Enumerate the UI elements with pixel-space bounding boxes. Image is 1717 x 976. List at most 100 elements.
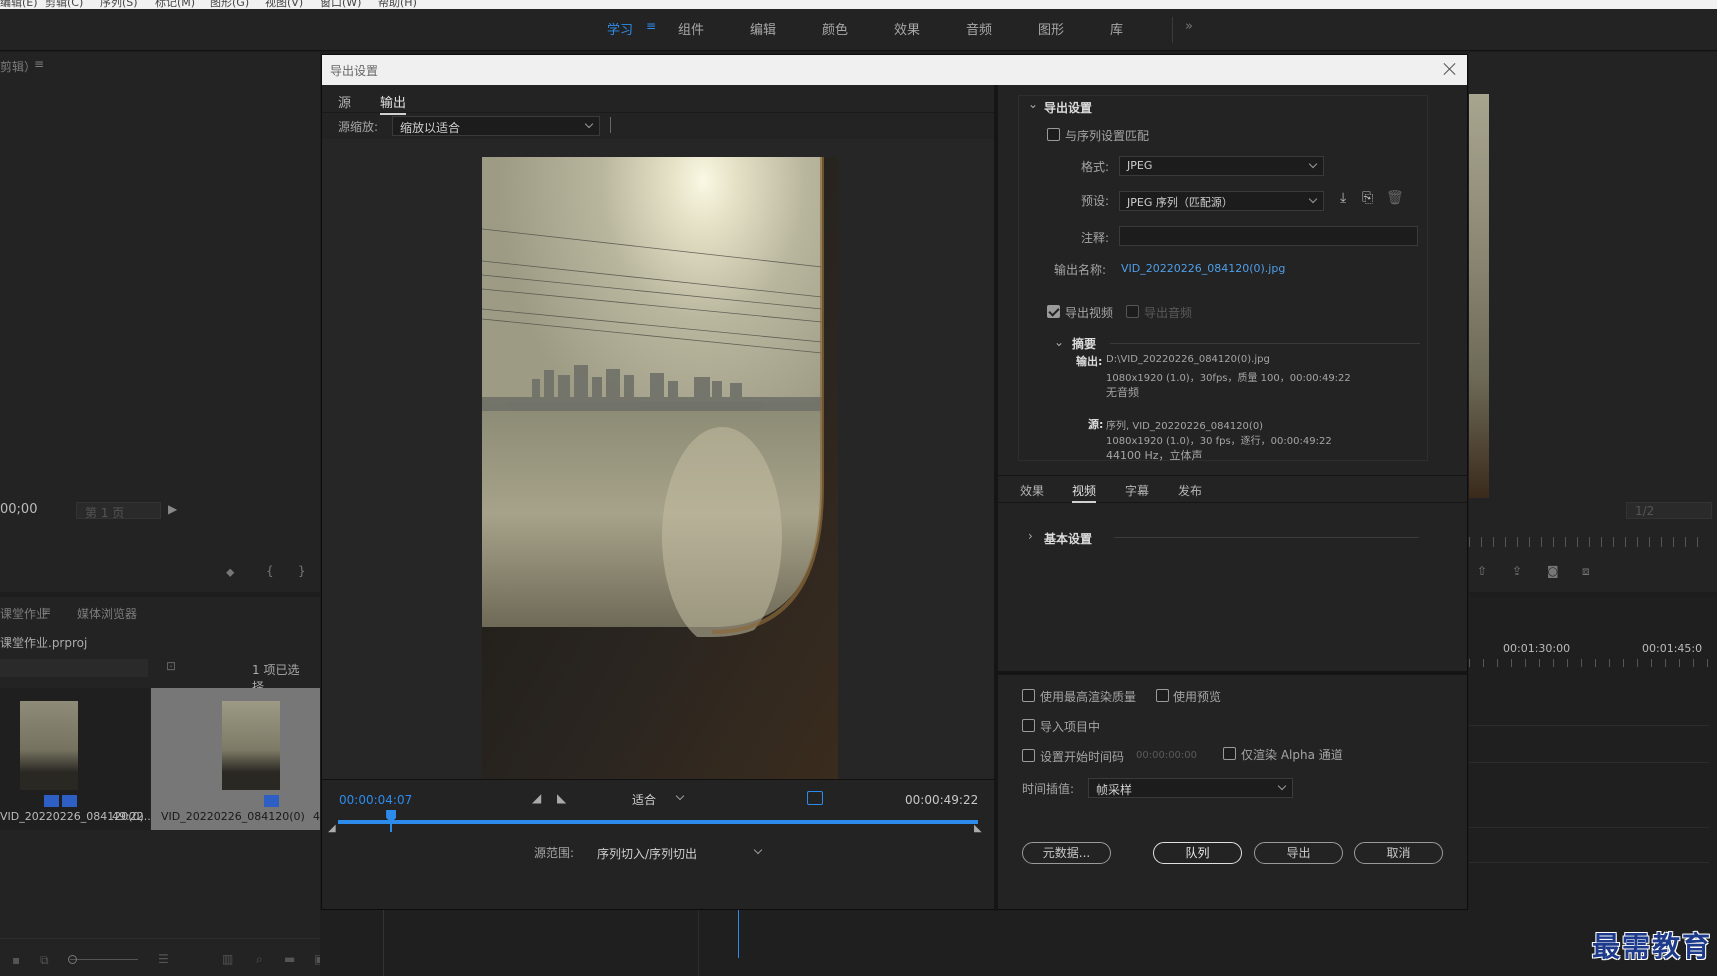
output-name-link[interactable]: VID_20220226_084120(0).jpg [1121,262,1285,275]
workspace-tab-editing[interactable]: 编辑 [750,19,776,38]
menu-help[interactable]: 帮助(H) [378,0,417,9]
export-video-checkbox[interactable] [1047,305,1060,318]
zoom-slider-handle[interactable] [68,955,77,964]
tab-video[interactable]: 视频 [1072,482,1097,503]
import-into-project-checkbox[interactable] [1022,719,1035,732]
workspace-tab-audio[interactable]: 音频 [966,19,992,38]
lift-icon[interactable]: ⇧ [1477,564,1487,578]
set-in-point-icon[interactable]: ◢ [532,791,541,805]
track-divider [1469,862,1709,863]
play-arrow-icon[interactable]: ▶ [168,502,177,516]
export-button[interactable]: 导出 [1254,842,1343,864]
chevron-down-icon[interactable]: ⌄ [1054,335,1064,349]
cancel-button[interactable]: 取消 [1354,842,1443,864]
export-settings-section [1018,95,1428,461]
chevron-right-icon[interactable]: › [1028,529,1033,543]
current-time[interactable]: 00:00:04:07 [339,793,412,807]
delete-preset-icon[interactable]: 🗑 [1386,190,1404,206]
use-previews-checkbox[interactable] [1156,689,1169,702]
workspace-tab-effects[interactable]: 效果 [894,19,920,38]
source-range-dropdown[interactable]: 序列切入/序列切出 [589,842,769,862]
icon-view-icon[interactable]: ⧉ [40,953,49,968]
max-render-quality-checkbox[interactable] [1022,689,1035,702]
find-icon[interactable]: ⌕ [256,952,263,967]
workspace-menu-icon[interactable]: ≡ [646,19,656,33]
menu-sequence[interactable]: 序列(S) [100,0,138,9]
source-scale-label: 源缩放: [338,120,379,134]
workspace-tab-assembly[interactable]: 组件 [678,19,704,38]
queue-button[interactable]: 队列 [1153,842,1242,864]
set-out-point-icon[interactable]: ◣ [557,791,566,805]
extract-icon[interactable]: ⇪ [1512,564,1522,578]
time-interpolation-dropdown[interactable]: 帧采样 [1088,778,1293,798]
summary-output-line: D:\VID_20220226_084120(0).jpg [1106,354,1270,365]
mark-out-icon[interactable]: } [298,564,306,578]
list-view-icon[interactable]: ▪ [12,953,20,967]
render-alpha-only-checkbox[interactable] [1223,747,1236,760]
page-selector[interactable]: 第 1 页 [76,502,161,520]
program-ratio-selector[interactable]: 1/2 [1626,502,1712,519]
automate-icon[interactable]: ▥ [222,952,233,966]
close-icon[interactable] [1441,60,1459,78]
settings-pane: ⌄ 导出设置 与序列设置匹配 格式: JPEG 预设: JPEG 序列（匹配源）… [998,85,1467,909]
workspace-tab-learn[interactable]: 学习 [607,19,633,38]
sort-icon[interactable]: ☰ [158,952,169,966]
mark-in-icon[interactable]: { [266,564,274,578]
tab-publish[interactable]: 发布 [1178,482,1202,499]
tab-captions[interactable]: 字幕 [1125,482,1149,499]
compare-icon[interactable]: ⧈ [1582,564,1590,579]
menu-markers[interactable]: 标记(M) [155,0,195,9]
save-preset-icon[interactable]: ⤓ [1340,190,1346,206]
menu-edit[interactable]: 编辑(E) [0,0,38,9]
workspace-overflow-icon[interactable]: » [1185,19,1193,34]
start-timecode-value[interactable]: 00:00:00:00 [1136,750,1197,761]
timeline-playhead[interactable] [738,910,739,958]
marker-icon[interactable]: ⬥ [226,565,234,580]
chevron-down-icon[interactable]: ⌄ [1028,97,1038,111]
timeline-scrubber[interactable] [338,820,978,824]
format-dropdown[interactable]: JPEG [1119,156,1324,176]
track-divider [1469,827,1709,828]
menu-clip[interactable]: 剪辑(C) [45,0,83,9]
duration: 00:00:49:22 [905,793,979,807]
tab-output[interactable]: 输出 [380,92,407,115]
tab-effects[interactable]: 效果 [1020,482,1044,499]
fit-dropdown[interactable]: 适合 [624,788,691,808]
export-audio-checkbox[interactable] [1126,305,1139,318]
project-menu-icon[interactable]: ≡ [41,604,51,618]
playhead-line [390,820,393,832]
workspace-tab-graphics[interactable]: 图形 [1038,19,1064,38]
bin-icon[interactable]: ⊡ [166,659,176,673]
new-bin-icon[interactable]: ▬ [284,952,295,966]
workspace-tab-libraries[interactable]: 库 [1110,19,1123,38]
basic-settings-label[interactable]: 基本设置 [1044,530,1092,547]
import-preset-icon[interactable]: ⎘ [1362,190,1373,206]
menu-graphics[interactable]: 图形(G) [210,0,249,9]
camera-icon[interactable]: ◙ [1547,564,1559,578]
clip-thumbnail-2[interactable]: VID_20220226_084120(0) 49 [151,688,327,830]
zoom-slider[interactable] [70,959,138,960]
clip-thumbnail-1[interactable]: VID_20220226_084120(0)... 49:22 [0,688,154,830]
work-area-start-icon[interactable]: ◢ [328,823,336,834]
max-render-quality-label: 使用最高渲染质量 [1040,690,1137,704]
menu-bar: 编辑(E) 剪辑(C) 序列(S) 标记(M) 图形(G) 视图(V) 窗口(W… [0,0,1717,9]
metadata-button[interactable]: 元数据... [1022,842,1111,864]
project-search[interactable] [0,659,148,677]
import-into-project-label: 导入项目中 [1040,720,1101,734]
menu-view[interactable]: 视图(V) [265,0,303,9]
set-start-timecode-checkbox[interactable] [1022,749,1035,762]
source-scale-value: 缩放以适合 [400,121,461,135]
comments-input[interactable] [1119,226,1418,246]
aspect-correction-icon[interactable] [807,791,823,805]
tab-source[interactable]: 源 [338,92,351,111]
export-audio-label: 导出音频 [1144,306,1193,320]
work-area-end-icon[interactable]: ◣ [974,823,982,834]
match-sequence-checkbox[interactable] [1047,128,1060,141]
menu-window[interactable]: 窗口(W) [320,0,361,9]
panel-menu-icon[interactable]: ≡ [34,57,44,71]
source-scale-dropdown[interactable]: 缩放以适合 [392,116,600,136]
media-browser-tab[interactable]: 媒体浏览器 [77,605,137,622]
preset-dropdown[interactable]: JPEG 序列（匹配源） [1119,191,1324,211]
workspace-tab-color[interactable]: 颜色 [822,19,848,38]
tab-divider [322,112,994,113]
